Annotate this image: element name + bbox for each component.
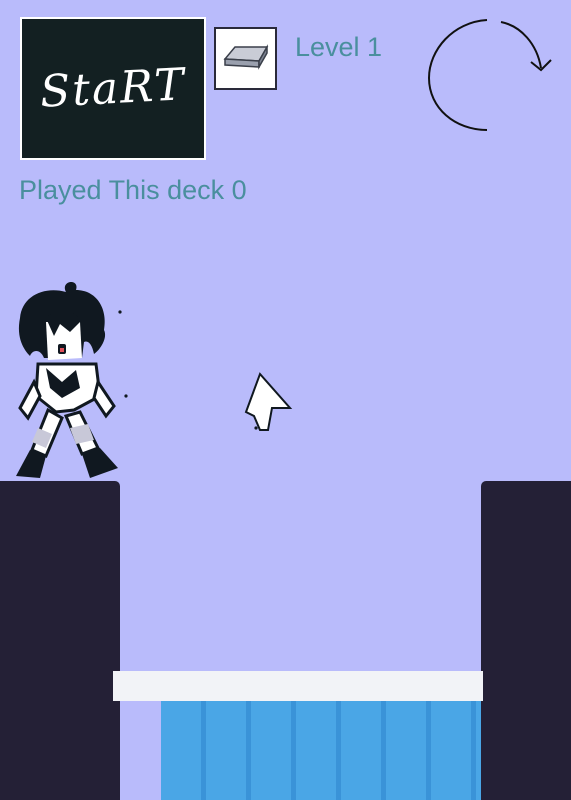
card-deck-icon [221, 41, 271, 76]
aim-pointer-icon [240, 368, 300, 443]
start-label: StaRT [38, 59, 188, 118]
right-pillar [481, 481, 571, 800]
player-character [10, 278, 130, 488]
deck-button[interactable] [214, 27, 277, 90]
left-pillar [0, 481, 120, 800]
restart-button[interactable] [425, 10, 565, 140]
level-indicator: Level 1 [295, 32, 383, 62]
water-pool [161, 700, 481, 800]
circular-arrow-icon [427, 19, 552, 131]
played-counter: Played This deck 0 [19, 175, 247, 205]
bridge-platform [113, 671, 483, 701]
start-button[interactable]: StaRT [20, 17, 206, 160]
